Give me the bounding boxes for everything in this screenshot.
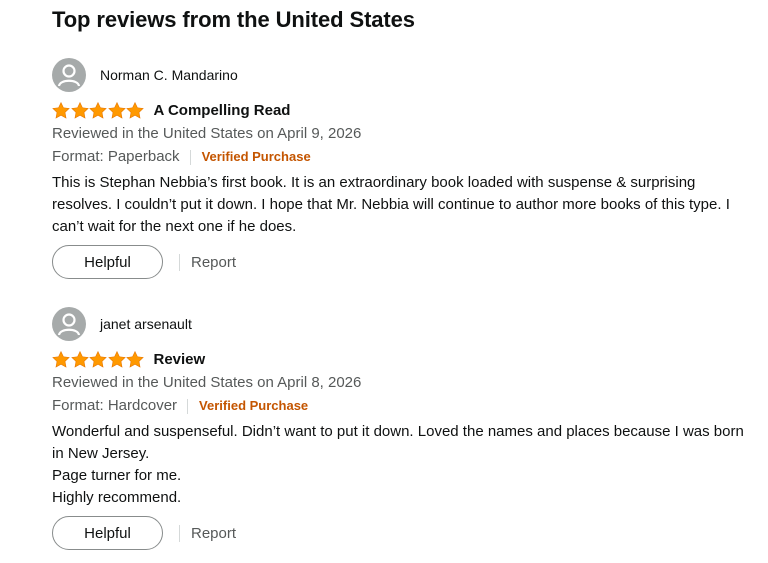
star-icon bbox=[107, 101, 126, 119]
star-rating[interactable] bbox=[52, 101, 145, 119]
divider bbox=[187, 398, 189, 414]
helpful-button[interactable]: Helpful bbox=[52, 516, 163, 550]
star-icon bbox=[52, 101, 70, 119]
review-actions: Helpful Report bbox=[52, 245, 236, 279]
review-format[interactable]: Format: Hardcover bbox=[52, 397, 177, 415]
star-icon bbox=[70, 101, 89, 119]
review-title[interactable]: A Compelling Read bbox=[154, 102, 291, 119]
star-icon bbox=[126, 350, 144, 368]
avatar-icon bbox=[52, 58, 86, 92]
star-icon bbox=[70, 350, 89, 368]
star-icon bbox=[107, 350, 126, 368]
reviewer-name: Norman C. Mandarino bbox=[100, 67, 238, 83]
helpful-button[interactable]: Helpful bbox=[52, 245, 163, 279]
star-rating[interactable] bbox=[52, 350, 145, 368]
star-icon bbox=[89, 350, 107, 368]
avatar-icon bbox=[52, 307, 86, 341]
star-icon bbox=[52, 350, 70, 368]
page-title: Top reviews from the United States bbox=[52, 7, 415, 32]
review-card: Norman C. Mandarino A Compelling Read Re… bbox=[52, 58, 752, 238]
divider bbox=[189, 149, 191, 165]
star-icon bbox=[89, 101, 107, 119]
divider bbox=[179, 524, 180, 542]
verified-purchase-badge: Verified Purchase bbox=[199, 398, 309, 413]
reviewer-profile[interactable]: Norman C. Mandarino bbox=[52, 58, 752, 92]
review-title[interactable]: Review bbox=[154, 351, 206, 368]
report-link[interactable]: Report bbox=[191, 254, 236, 271]
report-link[interactable]: Report bbox=[191, 525, 236, 542]
review-body: Wonderful and suspenseful. Didn’t want t… bbox=[52, 423, 744, 506]
review-body: This is Stephan Nebbia’s first book. It … bbox=[52, 174, 730, 235]
review-card: janet arsenault Review Reviewed in the U… bbox=[52, 307, 752, 509]
review-format[interactable]: Format: Paperback bbox=[52, 148, 180, 166]
verified-purchase-badge: Verified Purchase bbox=[201, 149, 311, 164]
review-date: Reviewed in the United States on April 9… bbox=[52, 125, 362, 142]
reviewer-profile[interactable]: janet arsenault bbox=[52, 307, 752, 341]
star-icon bbox=[126, 101, 144, 119]
review-actions: Helpful Report bbox=[52, 516, 236, 550]
review-date: Reviewed in the United States on April 8… bbox=[52, 374, 362, 391]
reviewer-name: janet arsenault bbox=[100, 316, 192, 332]
divider bbox=[179, 253, 180, 271]
